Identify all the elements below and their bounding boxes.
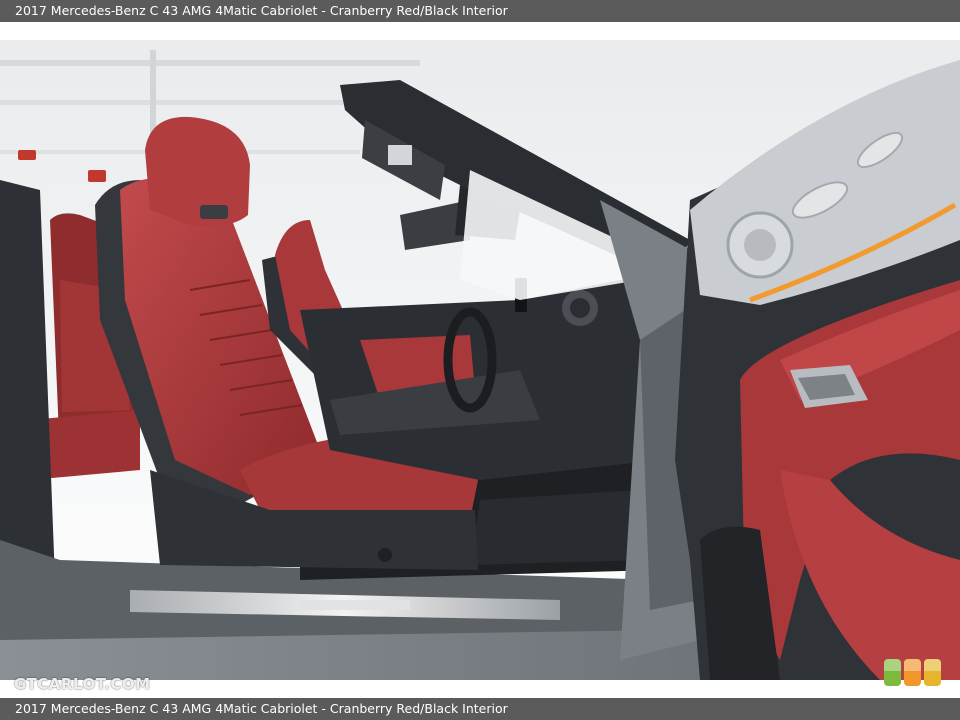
car-interior-photo xyxy=(0,40,960,680)
caption-bottom: 2017 Mercedes-Benz C 43 AMG 4Matic Cabri… xyxy=(0,698,960,720)
caption-top: 2017 Mercedes-Benz C 43 AMG 4Matic Cabri… xyxy=(0,0,960,22)
photo-illustration xyxy=(0,40,960,680)
watermark-logo: GTCARLOT.COM xyxy=(14,675,151,693)
swatch-green xyxy=(884,659,901,686)
color-swatches xyxy=(884,659,941,686)
swatch-orange xyxy=(904,659,921,686)
swatch-yellow xyxy=(924,659,941,686)
